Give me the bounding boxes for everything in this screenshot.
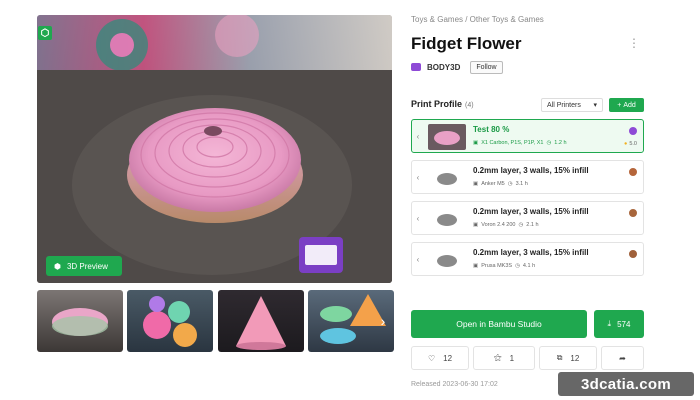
profile-printers: X1 Carbon, P1S, P1P, X1 [481,140,544,146]
plus-icon: + [617,101,622,109]
download-count: 574 [617,319,631,329]
watermark: 3dcatia.com [558,372,694,396]
thumbnail[interactable] [37,290,123,352]
clock-icon: ◷ [546,140,552,146]
fidget-flower-render [37,15,392,283]
profile-author-avatar [629,209,637,217]
thumbnail[interactable] [127,290,213,352]
main-model-image[interactable] [37,15,392,283]
print-profile-count: (4) [465,102,474,109]
author-name[interactable]: BODY3D [427,63,460,72]
share-icon: ➦ [619,353,626,363]
collect-button[interactable]: ⧉ 12 [539,346,597,370]
profile-meta: ▣ X1 Carbon, P1S, P1P, X1 ◷ 1.2 h [473,140,567,146]
cube-icon: ⬢ [54,261,61,271]
add-profile-button[interactable]: + Add [609,98,644,112]
profile-author-avatar [629,127,637,135]
profile-meta: ▣ Voron 2.4 200 ◷ 2.1 h [473,222,539,228]
printer-icon: ▣ [473,181,479,187]
printer-icon: ▣ [473,140,479,146]
follow-button[interactable]: Follow [470,60,503,74]
3d-preview-button[interactable]: ⬢ 3D Preview [46,256,122,276]
page-title: Fidget Flower [411,34,522,53]
heart-icon: ♡ [427,353,436,363]
release-date: Released 2023-06-30 17:02 [411,381,498,388]
profile-rating-value: 5.0 [629,141,637,147]
profile-time: 3.1 h [515,181,528,187]
chevron-left-icon: ‹ [416,131,420,141]
profile-author-avatar [629,250,637,258]
profile-thumbnail [428,124,466,150]
more-options-icon[interactable]: ⋮ [628,36,640,50]
boost-button[interactable]: ⚝ 1 [473,346,535,370]
author-row: BODY3D Follow [411,60,503,74]
print-profile-header: Print Profile (4) [411,99,474,109]
profile-printers: Prusa MK3S [481,263,513,269]
clock-icon: ◷ [507,181,513,187]
profile-time: 2.1 h [526,222,539,228]
profile-title: 0.2mm layer, 3 walls, 15% infill [473,248,589,257]
profile-meta: ▣ Anker M5 ◷ 3.1 h [473,181,528,187]
share-button[interactable]: ➦ [601,346,644,370]
like-count: 12 [443,353,453,363]
profile-title: Test 80 % [473,125,510,134]
profile-card[interactable]: ‹ Test 80 % ▣ X1 Carbon, P1S, P1P, X1 ◷ … [411,119,644,153]
breadcrumb[interactable]: Toys & Games / Other Toys & Games [411,15,544,24]
chevron-left-icon: ‹ [416,213,420,223]
thumbnail[interactable] [218,290,304,352]
add-label: Add [623,101,636,109]
chevron-down-icon: ▾ [593,102,597,109]
clock-icon: ◷ [518,222,524,228]
like-button[interactable]: ♡ 12 [411,346,469,370]
profile-thumbnail [428,165,466,191]
profile-card[interactable]: ‹ 0.2mm layer, 3 walls, 15% infill ▣ Ank… [411,160,644,194]
boost-count: 1 [509,353,515,363]
profile-thumbnail [428,247,466,273]
star-icon: ● [624,141,628,147]
printer-icon: ▣ [473,263,479,269]
boost-icon: ⚝ [493,353,502,362]
collect-icon: ⧉ [556,353,563,362]
collect-count: 12 [570,353,580,363]
printer-filter-select[interactable]: All Printers ▾ [541,98,603,112]
chevron-right-icon[interactable]: › [376,313,390,329]
profile-rating: ● 5.0 [624,141,637,147]
profile-author-avatar [629,168,637,176]
3d-preview-label: 3D Preview [66,261,108,271]
profile-printers: Anker M5 [481,181,505,187]
profile-printers: Voron 2.4 200 [481,222,516,228]
profile-title: 0.2mm layer, 3 walls, 15% infill [473,166,589,175]
printer-icon: ▣ [473,222,479,228]
cube-icon: ⬡ [38,26,52,40]
printer-filter-value: All Printers [547,101,581,109]
download-button[interactable]: ⤓ 574 [594,310,644,338]
chevron-left-icon: ‹ [416,254,420,264]
profile-time: 4.1 h [522,263,536,269]
clock-icon: ◷ [515,263,520,269]
profile-meta: ▣ Prusa MK3S ◷ 4.1 h [473,263,535,269]
profile-card[interactable]: ‹ 0.2mm layer, 3 walls, 15% infill ▣ Vor… [411,201,644,235]
author-avatar[interactable] [411,63,421,71]
download-icon: ⤓ [607,319,612,328]
print-profile-title: Print Profile [411,99,463,109]
chevron-left-icon: ‹ [416,172,420,182]
thumbnail-strip [37,290,394,352]
open-in-bambu-studio-button[interactable]: Open in Bambu Studio [411,310,587,338]
profile-thumbnail [428,206,466,232]
profile-card[interactable]: ‹ 0.2mm layer, 3 walls, 15% infill ▣ Pru… [411,242,644,276]
profile-title: 0.2mm layer, 3 walls, 15% infill [473,207,589,216]
profile-time: 1.2 h [554,140,567,146]
